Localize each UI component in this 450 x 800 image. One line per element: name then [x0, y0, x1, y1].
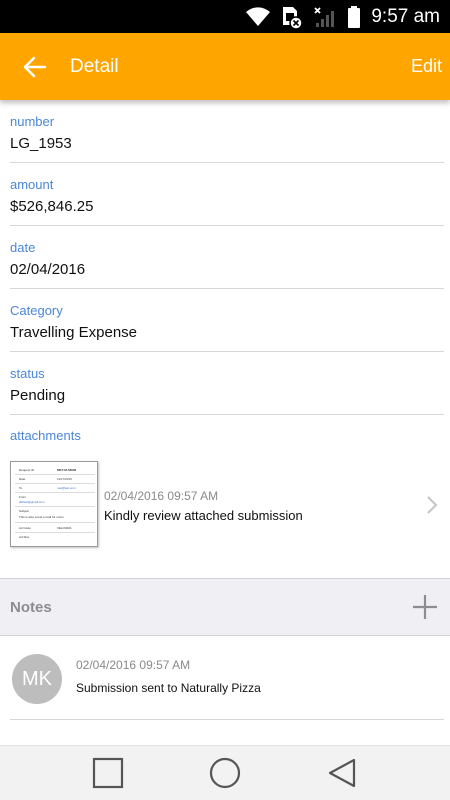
- status-time: 9:57 am: [371, 5, 440, 27]
- thumb-text: 11/17/2015: [57, 477, 72, 481]
- battery-icon: [347, 5, 361, 29]
- field-value: 02/04/2016: [10, 261, 86, 278]
- field-label: amount: [10, 177, 54, 192]
- back-triangle-icon: [328, 758, 355, 788]
- thumb-text: me@fast.com: [57, 486, 76, 490]
- app-bar: Detail Edit: [0, 33, 450, 100]
- home-button[interactable]: [195, 746, 255, 800]
- field-label: status: [10, 366, 45, 381]
- arrow-left-icon: [23, 56, 47, 77]
- note-divider: [10, 719, 444, 720]
- thumb-text: abbasi@gmail.com: [19, 500, 45, 504]
- field-value: Pending: [10, 387, 66, 404]
- back-nav-button[interactable]: [312, 746, 372, 800]
- status-bar: 9:57 am: [0, 0, 450, 33]
- thumb-text: Ad Code: [19, 526, 31, 530]
- attachment-thumbnail[interactable]: Request ID MKT-M-53809 Date 11/17/2015 T…: [10, 461, 98, 547]
- field-amount: amount $526,846.25: [10, 163, 444, 226]
- field-value: LG_1953: [10, 135, 72, 152]
- system-nav-bar: [0, 745, 450, 800]
- thumb-text: To: [19, 486, 23, 490]
- field-label: Category: [10, 303, 63, 318]
- edit-button[interactable]: Edit: [411, 56, 450, 77]
- wifi-icon: [245, 6, 271, 27]
- thumb-text: This is also a test e-mail for union: [19, 515, 64, 519]
- no-signal-icon: [313, 5, 337, 29]
- recent-apps-icon: [93, 757, 124, 789]
- field-category: Category Travelling Expense: [10, 289, 444, 352]
- attachments-label: attachments: [10, 428, 81, 443]
- recent-apps-button[interactable]: [78, 746, 138, 800]
- thumb-text: VELO9401: [57, 526, 72, 530]
- thumb-text: Subject: [19, 509, 30, 513]
- home-icon: [209, 757, 241, 789]
- attachment-item[interactable]: Request ID MKT-M-53809 Date 11/17/2015 T…: [0, 457, 450, 552]
- thumb-text: Ad Size: [19, 535, 30, 539]
- detail-fields: number LG_1953 amount $526,846.25 date 0…: [0, 100, 450, 415]
- sim-blocked-icon: [281, 5, 304, 29]
- field-label: date: [10, 240, 36, 255]
- field-value: Travelling Expense: [10, 324, 138, 341]
- field-date: date 02/04/2016: [10, 226, 444, 289]
- page-title: Detail: [70, 55, 119, 77]
- note-date: 02/04/2016 09:57 AM: [76, 658, 191, 672]
- thumb-text: From: [19, 495, 26, 499]
- note-text: Submission sent to Naturally Pizza: [76, 681, 261, 695]
- field-value: $526,846.25: [10, 198, 94, 215]
- attachment-date: 02/04/2016 09:57 AM: [104, 489, 219, 503]
- add-note-button[interactable]: [400, 578, 450, 636]
- chevron-right-icon: [426, 495, 438, 520]
- plus-icon: [413, 595, 437, 619]
- avatar: MK: [12, 654, 62, 704]
- thumb-text: MKT-M-53809: [57, 468, 77, 472]
- back-button[interactable]: [0, 33, 70, 100]
- thumb-text: Date: [19, 477, 26, 481]
- notes-header: Notes: [0, 578, 450, 636]
- notes-title: Notes: [10, 598, 52, 616]
- thumb-text: Request ID: [19, 468, 35, 472]
- field-label: number: [10, 114, 55, 129]
- field-status: status Pending: [10, 352, 444, 415]
- field-number: number LG_1953: [10, 100, 444, 163]
- note-item[interactable]: MK 02/04/2016 09:57 AM Submission sent t…: [0, 637, 450, 720]
- attachment-description: Kindly review attached submission: [104, 508, 303, 523]
